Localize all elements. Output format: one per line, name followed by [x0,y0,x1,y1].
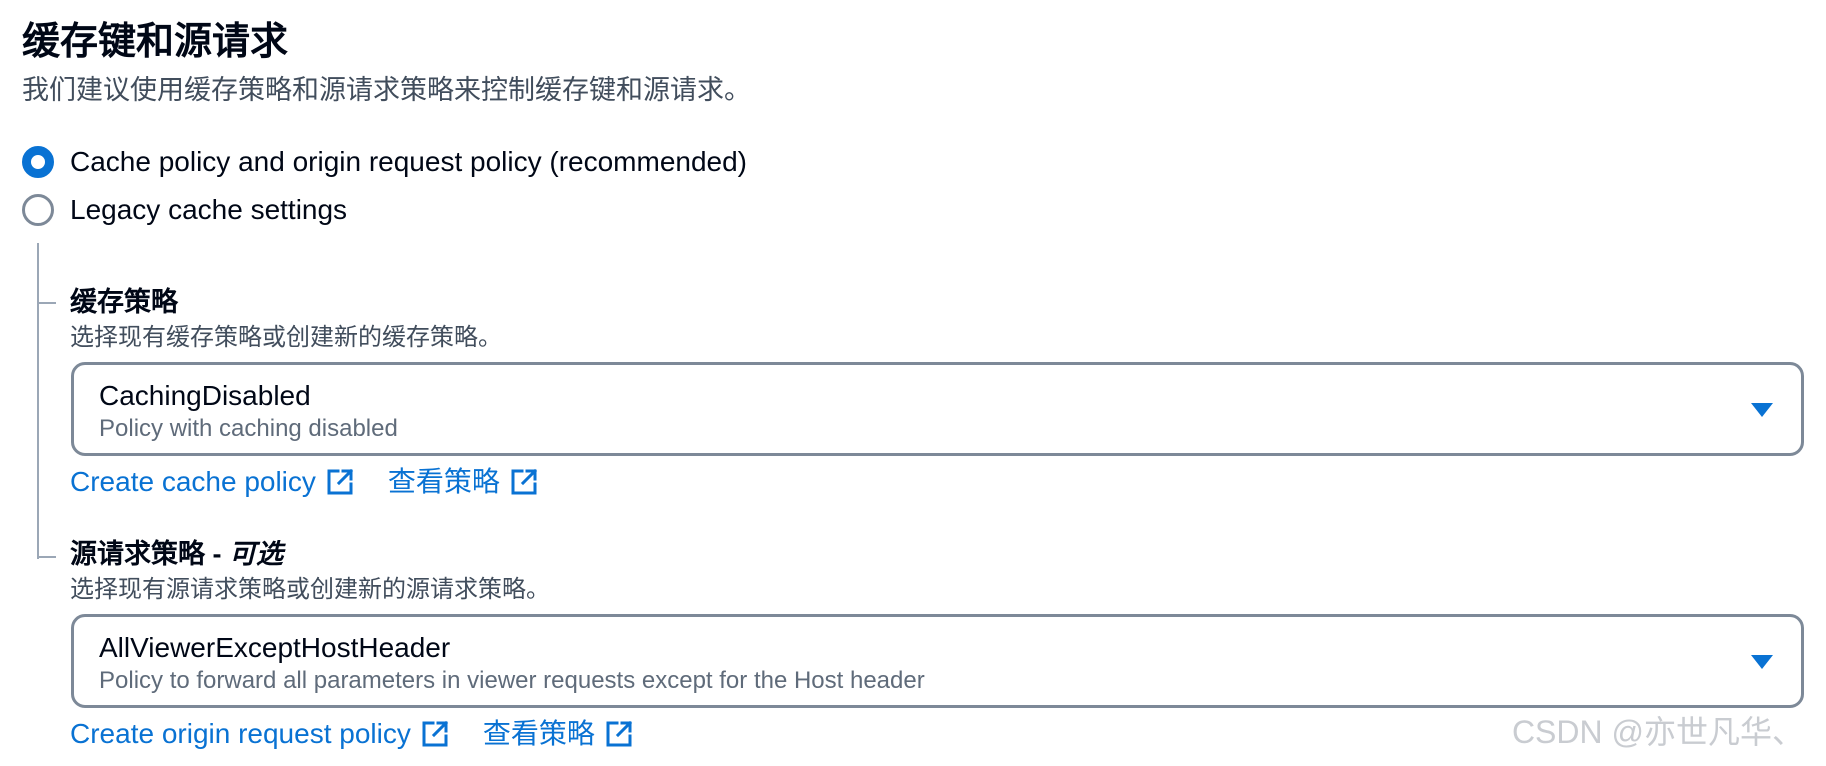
create-origin-request-policy-link[interactable]: Create origin request policy [70,716,449,752]
cache-key-origin-request-section: 缓存键和源请求 我们建议使用缓存策略和源请求策略来控制缓存键和源请求。 Cach… [0,0,1826,766]
caret-down-icon [1751,403,1773,417]
link-text: Create cache policy [70,466,316,497]
radio-option-legacy-cache[interactable]: Legacy cache settings [22,190,347,230]
label-separator: - [205,539,229,569]
radio-button-unselected[interactable] [22,194,54,226]
create-cache-policy-link[interactable]: Create cache policy [70,464,354,500]
external-link-icon [605,720,633,748]
origin-request-policy-select[interactable]: AllViewerExceptHostHeader Policy to forw… [71,614,1804,708]
cache-policy-label: 缓存策略 [70,287,178,317]
select-value: AllViewerExceptHostHeader [99,632,451,663]
external-link-icon [326,468,354,496]
radio-button-selected[interactable] [22,146,54,178]
select-value-description: Policy to forward all parameters in view… [99,667,925,694]
label-text: 源请求策略 [70,539,205,569]
tree-branch-line [37,556,56,558]
watermark: CSDN @亦世凡华、 [1511,714,1804,750]
radio-label: Cache policy and origin request policy (… [70,146,748,177]
cache-policy-select[interactable]: CachingDisabled Policy with caching disa… [71,362,1804,456]
select-value-description: Policy with caching disabled [99,415,398,442]
caret-down-icon [1751,655,1773,669]
section-description: 我们建议使用缓存策略和源请求策略来控制缓存键和源请求。 [22,75,751,105]
link-text: 查看策略 [387,466,500,497]
origin-request-policy-description: 选择现有源请求策略或创建新的源请求策略。 [70,576,550,603]
origin-request-policy-label: 源请求策略 - 可选 [70,536,283,572]
tree-connector-line [37,243,39,559]
radio-label: Legacy cache settings [70,194,348,225]
select-value: CachingDisabled [99,380,311,411]
tree-branch-line [37,302,56,304]
view-origin-request-policy-link[interactable]: 查看策略 [483,716,633,752]
link-text: Create origin request policy [70,718,411,749]
external-link-icon [421,720,449,748]
section-title: 缓存键和源请求 [22,21,289,63]
radio-option-cache-policy[interactable]: Cache policy and origin request policy (… [22,142,747,182]
optional-tag: 可选 [229,539,283,569]
cache-policy-links: Create cache policy 查看策略 [70,462,572,502]
origin-request-policy-links: Create origin request policy 查看策略 [70,714,667,754]
link-text: 查看策略 [482,718,595,749]
view-cache-policy-link[interactable]: 查看策略 [388,464,538,500]
external-link-icon [510,468,538,496]
cache-policy-description: 选择现有缓存策略或创建新的缓存策略。 [70,324,502,351]
